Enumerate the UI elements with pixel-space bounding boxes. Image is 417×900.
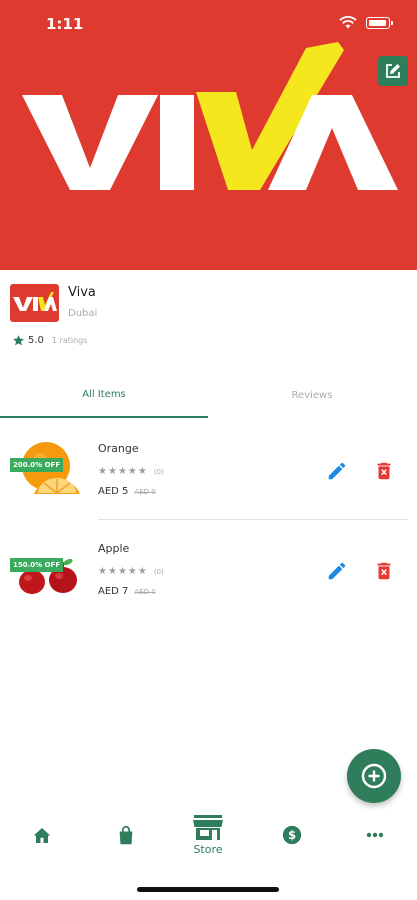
item-rating: ★ ★ ★ ★ ★ (0)	[98, 566, 164, 577]
store-icon	[193, 815, 223, 840]
current-price: AED 5	[98, 486, 129, 497]
star-icon: ★	[98, 566, 107, 577]
delete-item-button[interactable]	[373, 460, 395, 482]
store-info: Viva Dubai 5.0 1 ratings	[0, 270, 417, 360]
star-icon: ★	[137, 566, 147, 577]
store-logo-graphic	[13, 292, 57, 311]
tab-reviews[interactable]: Reviews	[208, 372, 416, 418]
more-icon	[366, 832, 384, 838]
item-divider	[98, 519, 408, 520]
current-price: AED 7	[98, 586, 129, 597]
star-icon: ★	[98, 466, 107, 477]
edit-square-icon	[386, 64, 400, 78]
nav-home[interactable]	[28, 800, 56, 870]
star-icon: ★	[127, 566, 137, 577]
apple-image: 150.0% OFF	[10, 540, 82, 604]
discount-badge: 200.0% OFF	[10, 458, 64, 472]
list-item[interactable]: 200.0% OFF Orange ★ ★ ★ ★ ★ (0) AED 5 AE…	[0, 436, 417, 532]
viva-brand-logo	[22, 42, 398, 190]
edit-item-button[interactable]	[326, 460, 348, 482]
discount-badge: 150.0% OFF	[10, 558, 64, 572]
store-rating: 5.0 1 ratings	[12, 334, 87, 347]
star-icon: ★	[107, 466, 117, 477]
store-location: Dubai	[68, 308, 98, 319]
shopping-bag-icon	[119, 825, 133, 844]
pencil-icon	[328, 562, 346, 580]
item-name: Apple	[98, 542, 130, 555]
item-price: AED 5 AED 0	[98, 486, 156, 497]
pencil-icon	[328, 462, 346, 480]
star-icon: ★	[127, 466, 137, 477]
nav-orders[interactable]	[112, 800, 140, 870]
ratings-count: 1 ratings	[51, 336, 88, 345]
bottom-navigation: Store $	[0, 800, 417, 870]
svg-text:$: $	[288, 828, 296, 842]
nav-more[interactable]	[361, 800, 389, 870]
home-icon	[33, 827, 51, 843]
rating-value: 5.0	[28, 335, 44, 346]
orange-image: 200.0% OFF	[10, 440, 82, 504]
edit-cover-button[interactable]	[378, 56, 408, 86]
review-count: (0)	[153, 467, 164, 476]
item-price: AED 7 AED 0	[98, 586, 156, 597]
store-logo	[10, 284, 59, 322]
star-icon: ★	[137, 466, 147, 477]
add-item-button[interactable]	[347, 749, 401, 803]
star-icon: ★	[117, 466, 127, 477]
star-icon: ★	[117, 566, 127, 577]
store-name: Viva	[68, 285, 96, 300]
trash-icon	[377, 462, 391, 480]
plus-circle-icon	[361, 763, 387, 789]
orange-graphic	[22, 442, 80, 494]
list-item[interactable]: 150.0% OFF Apple ★ ★ ★ ★ ★ (0) AED 7 AED…	[0, 536, 417, 632]
store-tabs: All Items Reviews	[0, 372, 417, 418]
delete-item-button[interactable]	[373, 560, 395, 582]
nav-store[interactable]: Store	[186, 800, 230, 870]
star-icon	[13, 335, 24, 346]
edit-item-button[interactable]	[326, 560, 348, 582]
home-indicator[interactable]	[137, 887, 279, 892]
old-price: AED 0	[134, 488, 156, 496]
dollar-icon: $	[282, 825, 302, 845]
star-icon: ★	[107, 566, 117, 577]
trash-icon	[377, 562, 391, 580]
item-name: Orange	[98, 442, 139, 455]
nav-earnings[interactable]: $	[278, 800, 306, 870]
item-rating: ★ ★ ★ ★ ★ (0)	[98, 466, 164, 477]
apples-graphic	[19, 558, 77, 594]
nav-store-label: Store	[193, 843, 223, 856]
store-cover-banner: 1:11	[0, 0, 417, 270]
tab-all-items[interactable]: All Items	[0, 372, 208, 418]
review-count: (0)	[153, 567, 164, 576]
old-price: AED 0	[134, 588, 156, 596]
